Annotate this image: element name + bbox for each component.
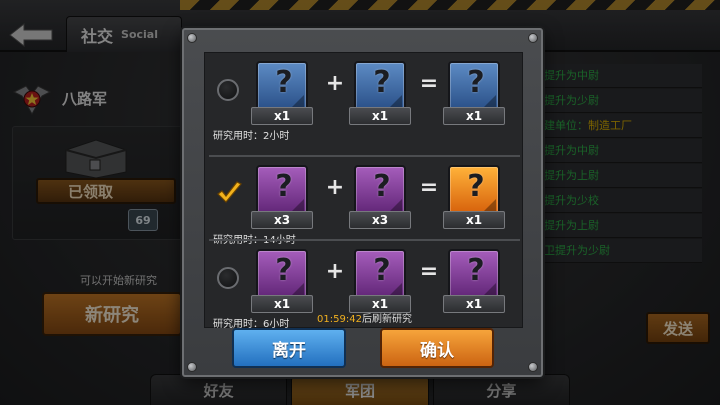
item-count: x3 — [251, 211, 313, 229]
divider — [209, 239, 520, 241]
radio-button[interactable] — [217, 79, 239, 101]
research-item: ? x1 — [251, 61, 313, 125]
equals-sign: = — [419, 259, 439, 284]
confirm-button[interactable]: 确认 — [380, 328, 494, 368]
leave-button[interactable]: 离开 — [232, 328, 346, 368]
recipe-row[interactable]: ? x1 + ? x1 = ? x1 研究用时：2小时 — [205, 57, 524, 149]
item-count: x1 — [443, 107, 505, 125]
item-tile: ? — [448, 165, 500, 217]
refresh-countdown: 01:59:42后刷新研究 — [184, 310, 545, 325]
bolt-icon — [187, 33, 197, 43]
research-item: ? x3 — [251, 165, 313, 229]
divider — [209, 155, 520, 157]
item-count: x1 — [443, 211, 505, 229]
item-tile: ? — [256, 249, 308, 301]
research-item: ? x1 — [349, 61, 411, 125]
item-count: x1 — [349, 107, 411, 125]
bolt-icon — [528, 362, 538, 372]
equals-sign: = — [419, 71, 439, 96]
research-dialog: ? x1 + ? x1 = ? x1 研究用时：2小时 ? x3 + ? x3 … — [182, 28, 543, 377]
item-tile: ? — [448, 61, 500, 113]
research-item: ? x1 — [251, 249, 313, 313]
research-result: ? x1 — [443, 61, 505, 125]
research-item: ? x1 — [349, 249, 411, 313]
research-result: ? x1 — [443, 249, 505, 313]
item-tile: ? — [256, 165, 308, 217]
item-tile: ? — [354, 165, 406, 217]
bolt-icon — [528, 33, 538, 43]
item-tile: ? — [354, 61, 406, 113]
item-count: x1 — [251, 107, 313, 125]
checkmark-icon[interactable] — [215, 179, 243, 207]
plus-sign: + — [325, 259, 345, 284]
item-count: x3 — [349, 211, 411, 229]
equals-sign: = — [419, 175, 439, 200]
plus-sign: + — [325, 175, 345, 200]
plus-sign: + — [325, 71, 345, 96]
refresh-suffix: 后刷新研究 — [361, 314, 412, 325]
item-tile: ? — [448, 249, 500, 301]
recipe-list: ? x1 + ? x1 = ? x1 研究用时：2小时 ? x3 + ? x3 … — [204, 52, 524, 330]
item-tile: ? — [256, 61, 308, 113]
item-tile: ? — [354, 249, 406, 301]
research-time: 研究用时：2小时 — [213, 131, 290, 142]
research-result: ? x1 — [443, 165, 505, 229]
bolt-icon — [187, 362, 197, 372]
research-item: ? x3 — [349, 165, 411, 229]
radio-button[interactable] — [217, 267, 239, 289]
refresh-timer: 01:59:42 — [317, 314, 362, 325]
